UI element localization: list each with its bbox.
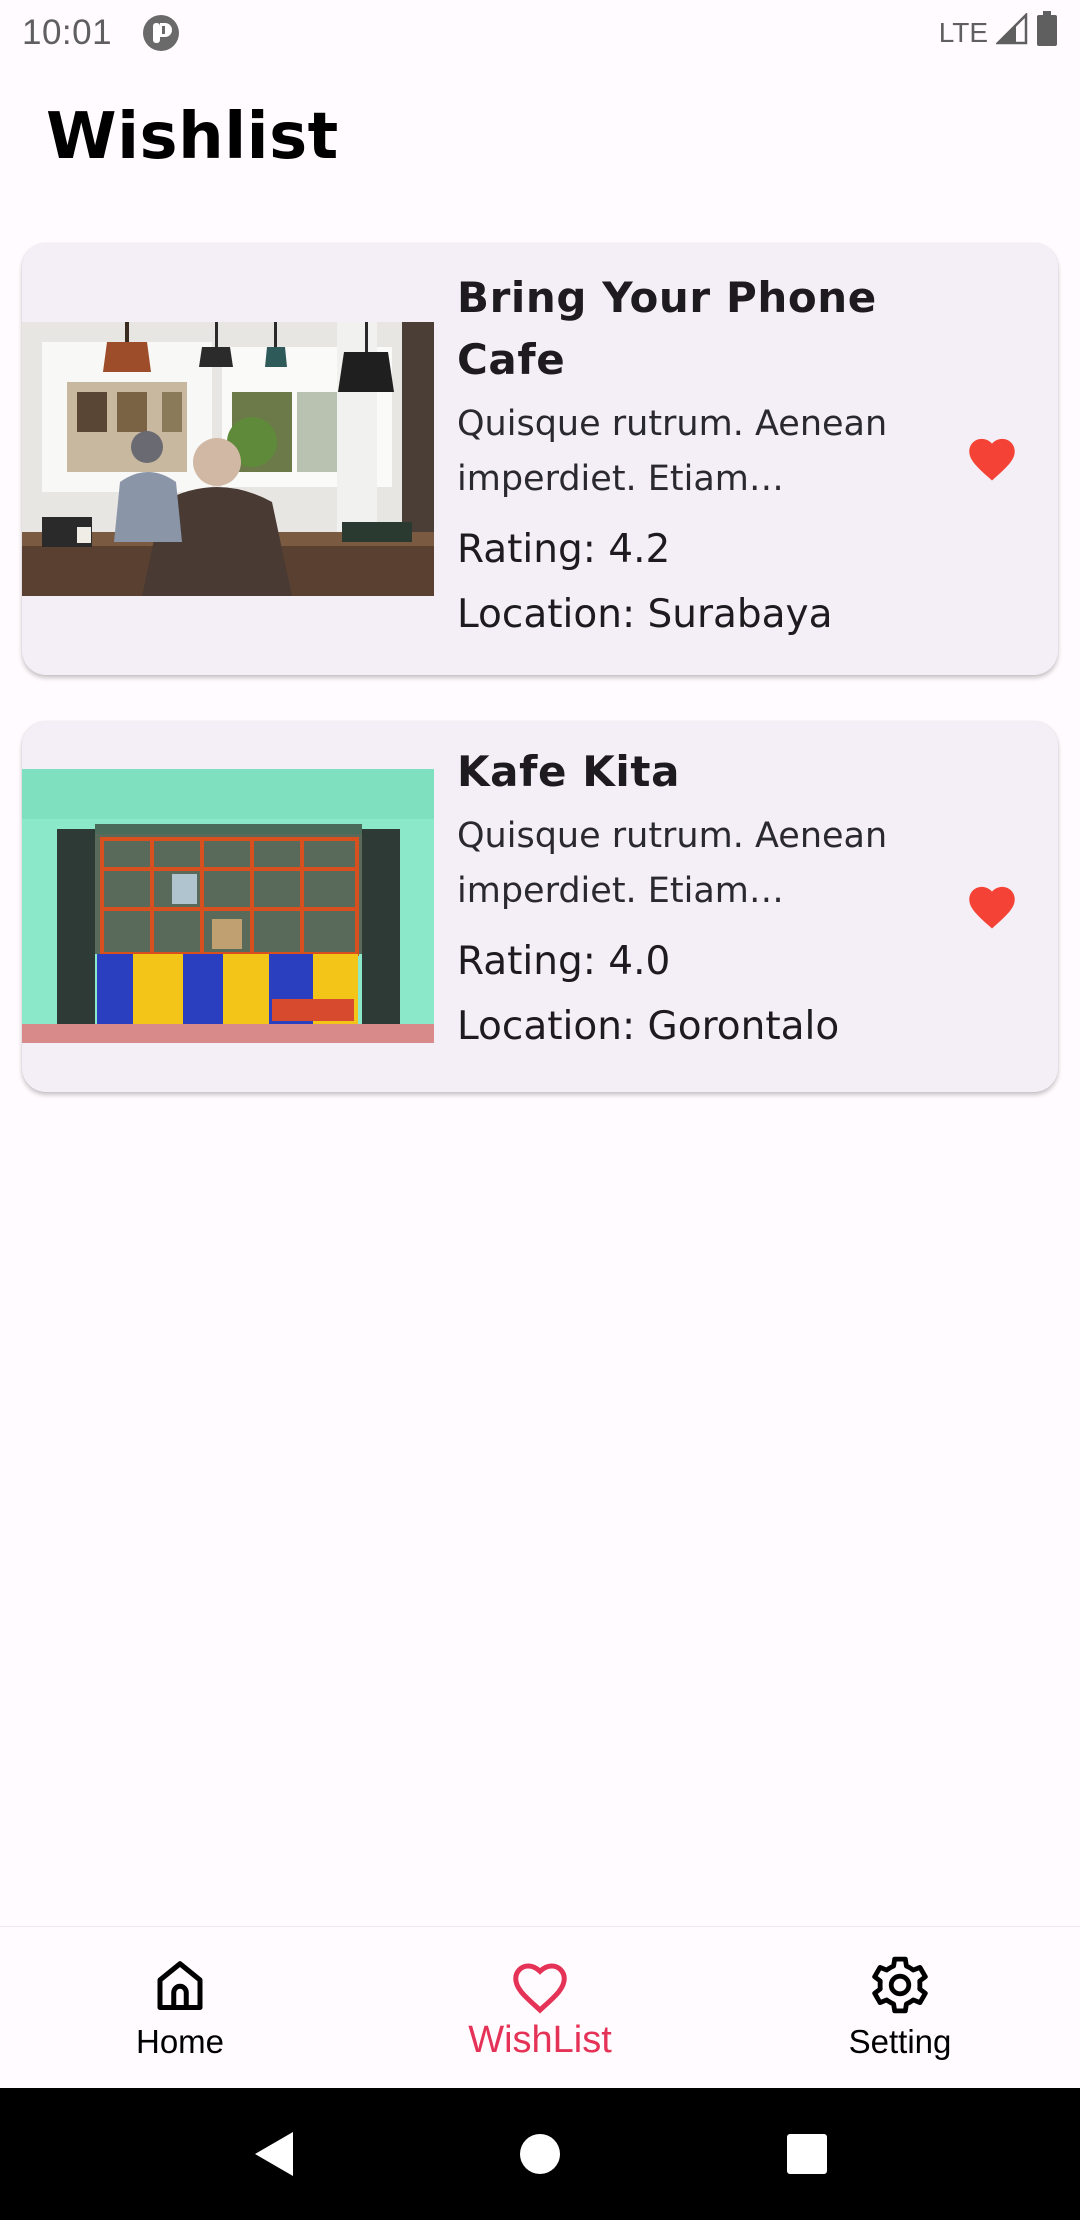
cafe-rating: Rating: 4.0 xyxy=(457,939,671,984)
cell-signal-icon xyxy=(994,11,1028,54)
wishlist-card[interactable]: Kafe Kita Quisque rutrum. Aenean imperdi… xyxy=(22,721,1058,1092)
recents-square-icon[interactable] xyxy=(777,2124,837,2184)
cafe-image xyxy=(22,769,434,1043)
cafe-description: Quisque rutrum. Aenean imperdiet. Etiam … xyxy=(457,404,888,499)
home-icon xyxy=(148,1953,212,2017)
nav-item-setting[interactable]: Setting xyxy=(720,1927,1080,2088)
cafe-description: Quisque rutrum. Aenean imperdiet. Etiam … xyxy=(457,816,888,911)
nav-label-home: Home xyxy=(135,2023,225,2060)
cafe-rating: Rating: 4.2 xyxy=(457,527,671,572)
cafe-name: Bring Your Phone Cafe xyxy=(457,273,877,384)
nav-item-wishlist[interactable]: WishList xyxy=(360,1927,720,2088)
gear-icon xyxy=(868,1953,932,2017)
home-circle-icon[interactable] xyxy=(510,2124,570,2184)
cafe-image xyxy=(22,322,434,596)
back-triangle-icon[interactable] xyxy=(243,2124,303,2184)
network-type: LTE xyxy=(938,17,988,48)
page-title: Wishlist xyxy=(46,100,339,174)
battery-icon xyxy=(1036,10,1058,56)
cafe-location: Location: Surabaya xyxy=(457,592,833,637)
nav-label-setting: Setting xyxy=(848,2023,952,2060)
card-content: Kafe Kita Quisque rutrum. Aenean imperdi… xyxy=(457,741,927,1059)
status-indicators: LTE xyxy=(938,10,1058,56)
nav-item-home[interactable]: Home xyxy=(0,1927,360,2088)
notification-app-icon xyxy=(142,14,180,52)
favorite-heart-icon[interactable] xyxy=(962,877,1022,933)
status-time: 10:01 xyxy=(22,13,113,52)
status-bar: 10:01 LTE xyxy=(0,0,1080,66)
card-content: Bring Your Phone Cafe Quisque rutrum. Ae… xyxy=(457,267,927,647)
favorite-heart-icon[interactable] xyxy=(962,429,1022,485)
cafe-location: Location: Gorontalo xyxy=(457,1004,840,1049)
bottom-navigation: Home WishList Setting xyxy=(0,1926,1080,2088)
system-navigation-bar xyxy=(0,2088,1080,2220)
cafe-name: Kafe Kita xyxy=(457,747,681,796)
wishlist-card[interactable]: Bring Your Phone Cafe Quisque rutrum. Ae… xyxy=(22,243,1058,675)
heart-outline-icon xyxy=(508,1953,572,2017)
nav-label-wishlist: WishList xyxy=(468,2019,612,2061)
